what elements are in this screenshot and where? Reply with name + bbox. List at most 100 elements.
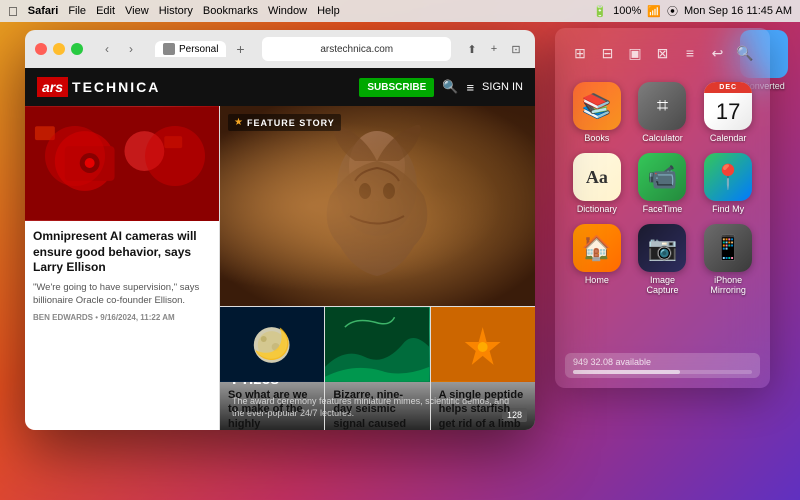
ars-logo-red: ars [37,77,68,97]
badge-star-icon: ★ [234,117,243,128]
lp-icon-4[interactable]: ⊠ [652,42,674,64]
battery-icon[interactable]: 🔋 [593,5,607,18]
bottom-card-1[interactable]: So what are we to make of the highly amb… [220,307,325,430]
calendar-label: Calendar [710,133,747,143]
add-bookmark-button[interactable]: + [485,40,503,58]
bluetooth-icon[interactable]: ⦿ [667,3,678,19]
back-button[interactable]: ‹ [97,39,117,59]
app-grid: 📚 Books ⌗ Calculator DEC 17 Calendar Aa [565,78,760,299]
window-minimize-button[interactable] [53,43,65,55]
bottom-card-1-body: So what are we to make of the highly amb… [220,382,324,430]
app-dictionary[interactable]: Aa Dictionary [569,153,625,214]
address-bar[interactable]: arstechnica.com [262,37,451,61]
calendar-icon: DEC 17 [704,82,752,130]
dictionary-text: Aa [586,167,608,188]
calculator-label: Calculator [642,133,683,143]
datetime: Mon Sep 16 11:45 AM [684,5,792,17]
left-column: Omnipresent AI cameras will ensure good … [25,106,220,430]
lp-icon-5[interactable]: ≡ [679,42,701,64]
menu-file[interactable]: File [68,5,86,17]
signin-link[interactable]: SIGN IN [482,81,523,93]
bottom-card-2[interactable]: Bizarre, nine-day seismic signal caused … [325,307,430,430]
safari-tab[interactable]: Personal [155,41,226,57]
bottom-card-3[interactable]: A single peptide helps starfish get rid … [431,307,535,430]
forward-button[interactable]: › [121,39,141,59]
menu-window[interactable]: Window [268,5,307,17]
window-close-button[interactable] [35,43,47,55]
dictionary-label: Dictionary [577,204,617,214]
badge-label: FEATURE STORY [247,118,335,128]
launchpad-bottom: 949 32.08 available [565,353,760,378]
bottom-card-3-image [431,307,535,382]
ars-logo-text: TECHNICA [72,79,160,95]
findmy-icon: 📍 [704,153,752,201]
storage-bar [573,370,752,374]
left-article-image [25,106,219,221]
calendar-month: DEC [704,82,752,93]
imagecapture-icon: 📷 [638,224,686,272]
app-books[interactable]: 📚 Books [569,82,625,143]
left-article-title[interactable]: Omnipresent AI cameras will ensure good … [33,229,211,276]
safari-window: ‹ › Personal + arstechnica.com ⬆ + ⊡ [25,30,535,430]
battery-percent: 100% [613,5,641,17]
left-article-excerpt: "We're going to have supervision," says … [33,281,211,308]
lp-icon-1[interactable]: ⊞ [569,42,591,64]
apple-menu[interactable]:  [8,4,18,19]
subscribe-button[interactable]: SUBSCRIBE [359,78,434,97]
feature-image: ★ FEATURE STORY [220,106,535,306]
ars-header: ars TECHNICA SUBSCRIBE 🔍 ≡ SIGN IN [25,68,535,106]
menu-view[interactable]: View [125,5,149,17]
app-facetime[interactable]: 📹 FaceTime [635,153,691,214]
iphonemirroring-icon: 📱 [704,224,752,272]
app-home[interactable]: 🏠 Home [569,224,625,295]
articles-grid: Omnipresent AI cameras will ensure good … [25,106,535,430]
search-icon[interactable]: 🔍 [442,79,458,95]
menu-edit[interactable]: Edit [96,5,115,17]
ars-logo[interactable]: ars TECHNICA [37,77,160,97]
safari-titlebar: ‹ › Personal + arstechnica.com ⬆ + ⊡ [25,30,535,68]
lp-search[interactable]: 🔍 [734,42,756,64]
iphonemirroring-label: iPhone Mirroring [700,275,756,295]
lp-icon-3[interactable]: ▣ [624,42,646,64]
bottom-card-2-image [325,307,429,382]
menu-bookmarks[interactable]: Bookmarks [203,5,258,17]
menu-history[interactable]: History [159,5,193,17]
bottom-card-1-image [220,307,324,382]
left-article-body: Omnipresent AI cameras will ensure good … [25,221,219,330]
app-calendar[interactable]: DEC 17 Calendar [700,82,756,143]
books-icon: 📚 [573,82,621,130]
date: 9/16/2024, 11:22 AM [100,313,174,322]
share-button[interactable]: ⬆ [463,40,481,58]
home-label: Home [585,275,609,285]
app-calculator[interactable]: ⌗ Calculator [635,82,691,143]
bottom-card-3-title: A single peptide helps starfish get rid … [439,388,527,430]
launchpad-panel: ⊞ ⊟ ▣ ⊠ ≡ ↩ 🔍 📚 Books ⌗ Calculator DEC [555,28,770,388]
author: BEN EDWARDS [33,313,93,322]
wifi-icon[interactable]: 📶 [647,5,661,18]
url-display: arstechnica.com [320,44,393,55]
home-icon: 🏠 [573,224,621,272]
menu-help[interactable]: Help [317,5,340,17]
window-maximize-button[interactable] [71,43,83,55]
extensions-button[interactable]: ⊡ [507,40,525,58]
hamburger-icon[interactable]: ≡ [466,80,474,95]
lp-icon-6[interactable]: ↩ [707,42,729,64]
feature-story-badge: ★ FEATURE STORY [228,114,341,131]
desktop:  Safari File Edit View History Bookmark… [0,0,800,500]
app-iphonemirroring[interactable]: 📱 iPhone Mirroring [700,224,756,295]
bottom-card-2-body: Bizarre, nine-day seismic signal caused … [325,382,429,430]
new-tab-button[interactable]: + [230,39,250,59]
bottom-card-1-title: So what are we to make of the highly amb… [228,388,316,430]
books-label: Books [584,133,609,143]
facetime-icon: 📹 [638,153,686,201]
menubar:  Safari File Edit View History Bookmark… [0,0,800,22]
app-findmy[interactable]: 📍 Find My [700,153,756,214]
app-imagecapture[interactable]: 📷 Image Capture [635,224,691,295]
bottom-card-3-body: A single peptide helps starfish get rid … [431,382,535,430]
storage-info: 949 32.08 available [565,353,760,378]
bottom-articles-row: So what are we to make of the highly amb… [220,306,535,430]
lp-icon-2[interactable]: ⊟ [597,42,619,64]
left-article-meta: BEN EDWARDS • 9/16/2024, 11:22 AM [33,313,211,322]
menu-safari[interactable]: Safari [28,5,59,17]
launchpad-toolbar: ⊞ ⊟ ▣ ⊠ ≡ ↩ 🔍 [565,38,760,68]
